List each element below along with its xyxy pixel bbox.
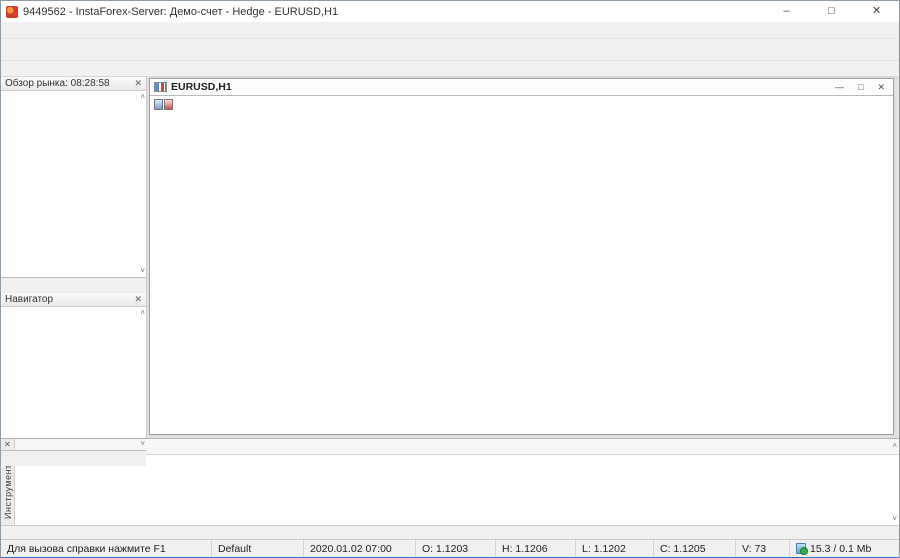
chart-window-controls: — □ ✕ [835, 82, 889, 93]
scroll-up-icon[interactable]: ˄ [140, 92, 145, 101]
status-open: O: 1.1203 [415, 540, 495, 557]
chart-window: EURUSD,H1 — □ ✕ [149, 78, 894, 435]
calendar-scroll-down-icon[interactable]: ˅ [892, 514, 897, 523]
status-datetime: 2020.01.02 07:00 [303, 540, 415, 557]
market-watch-tabs [1, 277, 146, 293]
chart-maximize-icon[interactable]: □ [858, 82, 863, 93]
market-watch-header: Обзор рынка: 08:28:58 ✕ [1, 77, 146, 91]
timeframe-bar [1, 61, 899, 77]
connection-icon [796, 543, 806, 554]
status-low: L: 1.1202 [575, 540, 653, 557]
title-bar: 9449562 - InstaForex-Server: Демо-счет -… [1, 1, 899, 22]
app-logo-icon [6, 6, 18, 18]
status-high: H: 1.1206 [495, 540, 575, 557]
one-click-sell-icon[interactable] [154, 99, 163, 110]
left-panel: Обзор рынка: 08:28:58 ✕ ˄ ˅ Навигатор ✕ … [1, 77, 147, 438]
toolbar [1, 39, 899, 61]
navigator-close-icon[interactable]: ✕ [134, 294, 142, 305]
navigator-header: Навигатор ✕ [1, 293, 146, 307]
navigator-tree [1, 307, 146, 308]
toolbox-side-label: Инструменты [3, 457, 13, 519]
toolbox-close-icon[interactable]: ✕ [4, 440, 11, 449]
chart-title-bar[interactable]: EURUSD,H1 — □ ✕ [150, 79, 893, 96]
window-title: 9449562 - InstaForex-Server: Демо-счет -… [23, 6, 338, 18]
mt5-window: 9449562 - InstaForex-Server: Демо-счет -… [0, 0, 900, 558]
chart-minimize-icon[interactable]: — [835, 82, 844, 93]
nav-scroll-down-icon[interactable]: ˅ [140, 439, 145, 448]
navigator-title: Навигатор [5, 294, 53, 305]
calendar-scroll-up-icon[interactable]: ˄ [892, 441, 897, 450]
market-watch-body: ˄ ˅ [1, 91, 146, 293]
market-watch-panel: Обзор рынка: 08:28:58 ✕ ˄ ˅ [1, 77, 146, 293]
bottom-tab-bar [1, 525, 899, 539]
status-profile[interactable]: Default [211, 540, 303, 557]
navigator-tabs [1, 450, 146, 466]
calendar-table [15, 439, 899, 525]
chart-close-icon[interactable]: ✕ [877, 82, 885, 93]
menu-bar [1, 22, 899, 39]
close-button[interactable]: ✕ [854, 1, 899, 22]
calendar-header-row [15, 439, 899, 455]
one-click-buy-icon[interactable] [164, 99, 173, 110]
status-volume: V: 73 [735, 540, 789, 557]
status-help-text: Для вызова справки нажмите F1 [1, 540, 211, 557]
status-close: C: 1.1205 [653, 540, 735, 557]
chart-canvas[interactable] [150, 96, 893, 434]
minimize-button[interactable]: – [764, 1, 809, 22]
traffic-text: 15.3 / 0.1 Mb [810, 543, 871, 555]
chart-symbol-label: EURUSD,H1 [171, 81, 232, 93]
maximize-button[interactable]: □ [809, 1, 854, 22]
one-click-trading-icon[interactable] [154, 99, 173, 110]
workspace: Обзор рынка: 08:28:58 ✕ ˄ ˅ Навигатор ✕ … [1, 77, 899, 438]
market-watch-close-icon[interactable]: ✕ [134, 78, 142, 89]
status-traffic: 15.3 / 0.1 Mb [789, 540, 899, 557]
chart-icon [154, 82, 167, 92]
price-chart[interactable] [150, 96, 893, 434]
status-bar: Для вызова справки нажмите F1 Default 20… [1, 539, 899, 557]
window-controls: – □ ✕ [764, 1, 899, 22]
market-watch-title: Обзор рынка: 08:28:58 [5, 78, 110, 89]
scroll-down-icon[interactable]: ˅ [140, 266, 145, 275]
nav-scroll-up-icon[interactable]: ˄ [140, 308, 145, 317]
